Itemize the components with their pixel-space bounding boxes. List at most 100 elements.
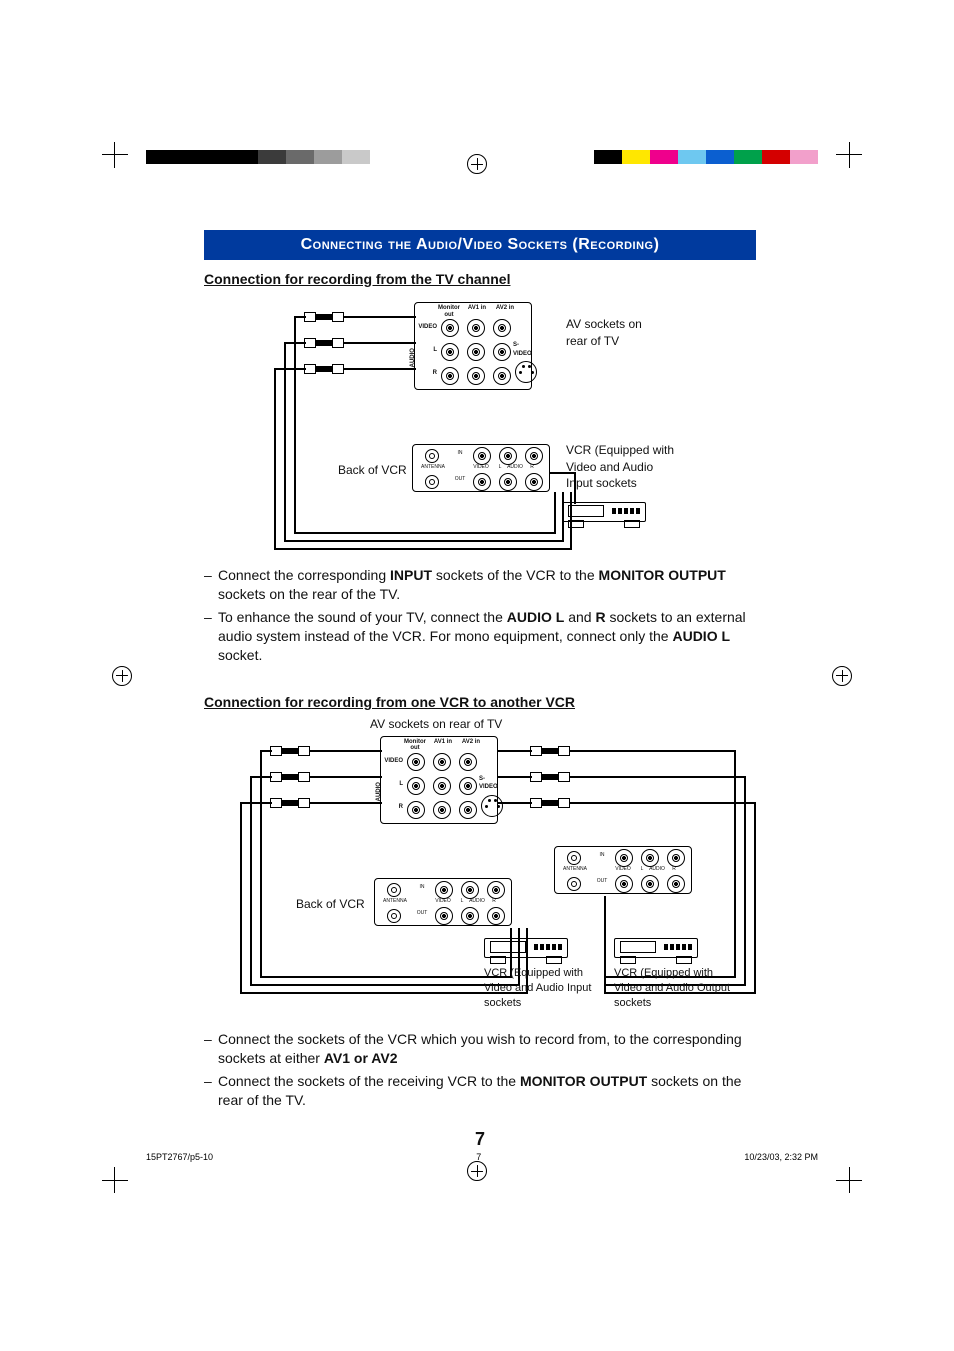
diagram-wire bbox=[344, 316, 416, 318]
diagram-wire bbox=[240, 802, 272, 804]
coax-socket-icon bbox=[387, 883, 401, 897]
diagram-wire bbox=[240, 802, 242, 994]
coax-socket-icon bbox=[425, 475, 439, 489]
rca-socket-icon bbox=[407, 777, 425, 795]
diagram-wire bbox=[344, 368, 416, 370]
rca-plug-icon bbox=[324, 364, 344, 374]
swatch bbox=[734, 150, 762, 164]
swatch bbox=[594, 150, 622, 164]
list-item: To enhance the sound of your TV, connect… bbox=[218, 608, 756, 665]
diagram-tv-socket-panel: Monitor out AV1 in AV2 in VIDEO L AUDIO … bbox=[380, 736, 498, 824]
list-item: Connect the corresponding INPUT sockets … bbox=[218, 566, 756, 604]
rca-socket-icon bbox=[525, 473, 543, 491]
page-number: 7 bbox=[204, 1127, 756, 1151]
rca-plug-icon bbox=[324, 338, 344, 348]
rca-plug-icon bbox=[290, 772, 310, 782]
crop-mark-icon bbox=[822, 142, 862, 182]
diagram-wire bbox=[310, 802, 382, 804]
rca-socket-icon bbox=[433, 777, 451, 795]
rca-socket-icon bbox=[441, 343, 459, 361]
label: AV1 in bbox=[463, 305, 491, 311]
label: AV2 in bbox=[457, 739, 485, 745]
rca-socket-icon bbox=[407, 801, 425, 819]
vcr-unit-icon bbox=[562, 502, 646, 528]
rca-socket-icon bbox=[499, 447, 517, 465]
figure-caption: AV sockets on rear of TV bbox=[566, 316, 666, 348]
rca-plug-icon bbox=[530, 798, 550, 808]
crop-mark-icon bbox=[822, 1153, 862, 1193]
swatch bbox=[678, 150, 706, 164]
coax-socket-icon bbox=[425, 449, 439, 463]
rca-plug-icon bbox=[530, 772, 550, 782]
label: Monitor out bbox=[435, 305, 463, 318]
diagram-wire bbox=[284, 540, 564, 542]
label: VIDEO bbox=[379, 757, 403, 765]
rca-plug-icon bbox=[324, 312, 344, 322]
vcr-unit-icon bbox=[614, 938, 698, 964]
figure-caption: VCR (Equipped with Video and Audio Outpu… bbox=[614, 966, 734, 1011]
diagram-wire bbox=[310, 750, 382, 752]
diagram-wire bbox=[284, 342, 286, 542]
svideo-socket-icon bbox=[481, 795, 503, 817]
swatch bbox=[790, 150, 818, 164]
rca-socket-icon bbox=[667, 849, 685, 867]
swatch bbox=[342, 150, 370, 164]
swatch bbox=[286, 150, 314, 164]
rca-socket-icon bbox=[435, 907, 453, 925]
rca-socket-icon bbox=[487, 881, 505, 899]
figure-record-from-tv: Monitor out AV1 in AV2 in VIDEO L AUDIO … bbox=[204, 292, 756, 552]
crop-mark-icon bbox=[102, 142, 142, 182]
label: L bbox=[637, 867, 647, 872]
diagram-wire bbox=[260, 750, 272, 752]
rca-socket-icon bbox=[441, 319, 459, 337]
diagram-wire bbox=[498, 776, 532, 778]
diagram-wire bbox=[274, 368, 306, 370]
diagram-wire bbox=[554, 492, 556, 534]
diagram-wire bbox=[744, 776, 746, 986]
rca-socket-icon bbox=[615, 849, 633, 867]
rca-plug-icon bbox=[550, 746, 570, 756]
label: ANTENNA bbox=[419, 465, 447, 470]
rca-plug-icon bbox=[290, 798, 310, 808]
coax-socket-icon bbox=[567, 851, 581, 865]
rca-socket-icon bbox=[467, 367, 485, 385]
diagram-wire bbox=[250, 984, 520, 986]
label: OUT bbox=[415, 911, 429, 916]
registration-mark-icon bbox=[112, 666, 132, 686]
diagram-wire bbox=[498, 750, 532, 752]
footer-sheet: 7 bbox=[476, 1151, 481, 1163]
rca-plug-icon bbox=[530, 746, 550, 756]
rca-plug-icon bbox=[270, 772, 290, 782]
diagram-wire bbox=[250, 776, 272, 778]
label: AUDIO bbox=[647, 867, 667, 872]
figure-record-vcr-to-vcr: AV sockets on rear of TV Monitor out AV1… bbox=[204, 716, 756, 1016]
rca-socket-icon bbox=[473, 473, 491, 491]
label: R bbox=[489, 899, 499, 904]
swatch bbox=[202, 150, 230, 164]
svideo-socket-icon bbox=[515, 361, 537, 383]
label: L bbox=[495, 465, 505, 470]
swatch bbox=[370, 150, 398, 164]
registration-mark-icon bbox=[467, 1161, 487, 1181]
rca-socket-icon bbox=[441, 367, 459, 385]
rca-socket-icon bbox=[493, 367, 511, 385]
label: VIDEO bbox=[413, 323, 437, 331]
rca-socket-icon bbox=[459, 801, 477, 819]
diagram-vcr-back-panel: ANTENNA VIDEO L AUDIO R IN OUT bbox=[412, 444, 550, 492]
rca-socket-icon bbox=[641, 875, 659, 893]
swatch bbox=[566, 150, 594, 164]
rca-socket-icon bbox=[487, 907, 505, 925]
diagram-wire bbox=[754, 802, 756, 994]
label: IN bbox=[415, 885, 429, 890]
diagram-wire bbox=[574, 472, 576, 504]
label: AUDIO bbox=[505, 465, 525, 470]
label: Monitor out bbox=[401, 739, 429, 752]
bullet-list: Connect the sockets of the VCR which you… bbox=[204, 1030, 756, 1110]
label: R bbox=[379, 803, 403, 811]
diagram-wire bbox=[294, 316, 296, 534]
label: OUT bbox=[453, 477, 467, 482]
diagram-wire bbox=[498, 802, 532, 804]
label: L bbox=[457, 899, 467, 904]
diagram-wire bbox=[570, 802, 756, 804]
diagram-wire bbox=[274, 368, 276, 550]
